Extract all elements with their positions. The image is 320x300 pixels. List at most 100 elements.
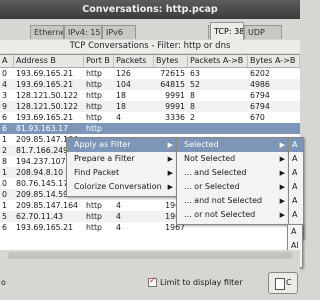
table-cell: 6794 xyxy=(250,102,270,111)
copy-button[interactable]: C xyxy=(268,272,298,294)
table-cell: 3336 xyxy=(165,113,185,122)
table-cell: 193.69.165.21 xyxy=(16,113,74,122)
table-row[interactable]: 4 193.69.165.21 http 104 64815 52 4986 xyxy=(0,79,300,90)
table-row[interactable]: 9 128.121.50.122 http 18 9991 8 6794 xyxy=(0,101,300,112)
table-cell: 63 xyxy=(190,69,200,78)
table-cell: 6202 xyxy=(250,69,270,78)
table-cell: 0 xyxy=(2,69,7,78)
submenu-item-and-not-selected[interactable]: ... and not Selected ▶ xyxy=(177,194,289,208)
horizontal-scrollbar[interactable] xyxy=(8,252,293,259)
submenu-item-label: ... or Selected xyxy=(184,182,240,191)
table-cell: 128.121.50.122 xyxy=(16,91,79,100)
apply-filter-submenu: Selected ▶ Not Selected ▶ ... and Selected… xyxy=(176,137,290,225)
table-cell: 6 xyxy=(2,124,7,133)
submenu-item-and-selected[interactable]: ... and Selected ▶ xyxy=(177,166,289,180)
table-cell: http xyxy=(86,223,103,232)
table-cell: 52 xyxy=(190,80,200,89)
submenu-item-or-not-selected[interactable]: ... or not Selected ▶ xyxy=(177,208,289,222)
table-cell: http xyxy=(86,91,103,100)
table-row[interactable]: 6 81.93.163.17 http xyxy=(0,123,300,134)
conversations-subtitle: TCP Conversations - Filter: http or dns xyxy=(0,40,300,53)
tab-bar: Ethernet IPv4: 15 IPv6 TCP: 38 TCP: 38 U… xyxy=(0,22,300,40)
table-cell: 4 xyxy=(116,212,121,221)
table-cell xyxy=(114,123,154,134)
table-cell: 5 xyxy=(2,212,7,221)
tab-ethernet[interactable]: Ethernet xyxy=(30,25,64,39)
column-header-a[interactable]: A xyxy=(0,55,14,67)
column-header-bytes-a-b[interactable]: Bytes A->B xyxy=(248,55,300,67)
submenu-arrow-icon: ▶ xyxy=(279,183,285,191)
menu-item-label: Colorize Conversation xyxy=(74,182,162,191)
footer-left-label: o xyxy=(1,278,6,287)
table-cell: 126 xyxy=(116,69,131,78)
table-row[interactable]: 3 128.121.50.122 http 18 9991 8 6794 xyxy=(0,90,300,101)
table-cell: 4 xyxy=(116,223,121,232)
table-cell: 9 xyxy=(2,102,7,111)
menu-item-label: Find Packet xyxy=(74,168,120,177)
dialog-footer: o Limit to display filter C xyxy=(0,250,300,300)
submenu-arrow-icon: ▶ xyxy=(167,155,173,163)
column-header-packets[interactable]: Packets xyxy=(114,55,154,67)
tab-udp[interactable]: UDP xyxy=(244,25,282,39)
tab-ipv4[interactable]: IPv4: 15 xyxy=(64,25,102,39)
table-cell: http xyxy=(86,124,103,133)
copy-button-label: C xyxy=(286,278,292,287)
table-cell: http xyxy=(86,113,103,122)
address-item[interactable]: A xyxy=(289,166,303,180)
address-item[interactable]: A xyxy=(289,138,303,152)
address-item[interactable]: A xyxy=(289,208,303,222)
submenu-item-or-selected[interactable]: ... or Selected ▶ xyxy=(177,180,289,194)
limit-to-display-filter-checkbox[interactable] xyxy=(148,276,157,287)
menu-item-prepare-a-filter[interactable]: Prepare a Filter ▶ xyxy=(67,152,177,166)
submenu-arrow-icon: ▶ xyxy=(279,169,285,177)
table-cell: 8 xyxy=(190,91,195,100)
column-header-port-b[interactable]: Port B xyxy=(84,55,114,67)
address-item[interactable]: A xyxy=(289,152,303,166)
table-cell: 1 xyxy=(2,168,7,177)
menu-item-label: Apply as Filter xyxy=(74,140,131,149)
table-cell: 3 xyxy=(2,91,7,100)
table-row[interactable]: 0 193.69.165.21 http 126 72615 63 6202 xyxy=(0,68,300,79)
table-cell: 193.69.165.21 xyxy=(16,80,74,89)
table-cell: 18 xyxy=(116,102,126,111)
table-cell: 193.69.165.21 xyxy=(16,69,74,78)
table-cell: 6 xyxy=(2,113,7,122)
table-cell: 4 xyxy=(116,201,121,210)
table-cell xyxy=(248,123,300,134)
submenu-item-label: Not Selected xyxy=(184,154,236,163)
submenu-item-label: ... and Selected xyxy=(184,168,247,177)
table-cell: 128.121.50.122 xyxy=(16,102,79,111)
limit-to-display-filter-label[interactable]: Limit to display filter xyxy=(160,276,243,289)
tab-ipv6[interactable]: IPv6 xyxy=(102,25,136,39)
table-cell: 8 xyxy=(190,102,195,111)
column-header-bytes[interactable]: Bytes xyxy=(154,55,188,67)
table-cell: http xyxy=(86,69,103,78)
menu-item-find-packet[interactable]: Find Packet ▶ xyxy=(67,166,177,180)
submenu-item-not-selected[interactable]: Not Selected ▶ xyxy=(177,152,289,166)
submenu-arrow-icon: ▶ xyxy=(167,141,173,149)
table-cell: http xyxy=(86,201,103,210)
table-cell: 64815 xyxy=(160,80,185,89)
submenu-item-selected[interactable]: Selected ▶ xyxy=(177,138,289,152)
table-cell: http xyxy=(86,212,103,221)
submenu-arrow-icon: ▶ xyxy=(279,211,285,219)
table-cell: 104 xyxy=(116,80,131,89)
table-cell: 0 xyxy=(2,179,7,188)
address-item[interactable]: A xyxy=(289,180,303,194)
table-row[interactable]: 6 193.69.165.21 http 4 3336 2 670 xyxy=(0,112,300,123)
table-cell: 209.85.147.164 xyxy=(16,201,79,210)
address-item[interactable]: A xyxy=(288,225,302,239)
table-cell: 0 xyxy=(2,190,7,199)
menu-item-apply-as-filter[interactable]: Apply as Filter ▶ xyxy=(67,138,177,152)
menu-item-colorize-conversation[interactable]: Colorize Conversation ▶ xyxy=(67,180,177,194)
column-header-packets-a-b[interactable]: Packets A->B xyxy=(188,55,248,67)
column-header-address-b[interactable]: Address B xyxy=(14,55,84,67)
tab-tcp-active[interactable]: TCP: 38 xyxy=(210,22,244,40)
table-cell: 81.93.163.17 xyxy=(16,124,69,133)
window-title: Conversations: http.pcap xyxy=(0,0,300,19)
submenu-arrow-icon: ▶ xyxy=(279,141,285,149)
context-menu: Apply as Filter ▶ Prepare a Filter ▶ Find … xyxy=(66,137,178,197)
table-cell: 1 xyxy=(2,135,7,144)
address-item[interactable]: A xyxy=(289,194,303,208)
table-cell: 9991 xyxy=(165,91,185,100)
